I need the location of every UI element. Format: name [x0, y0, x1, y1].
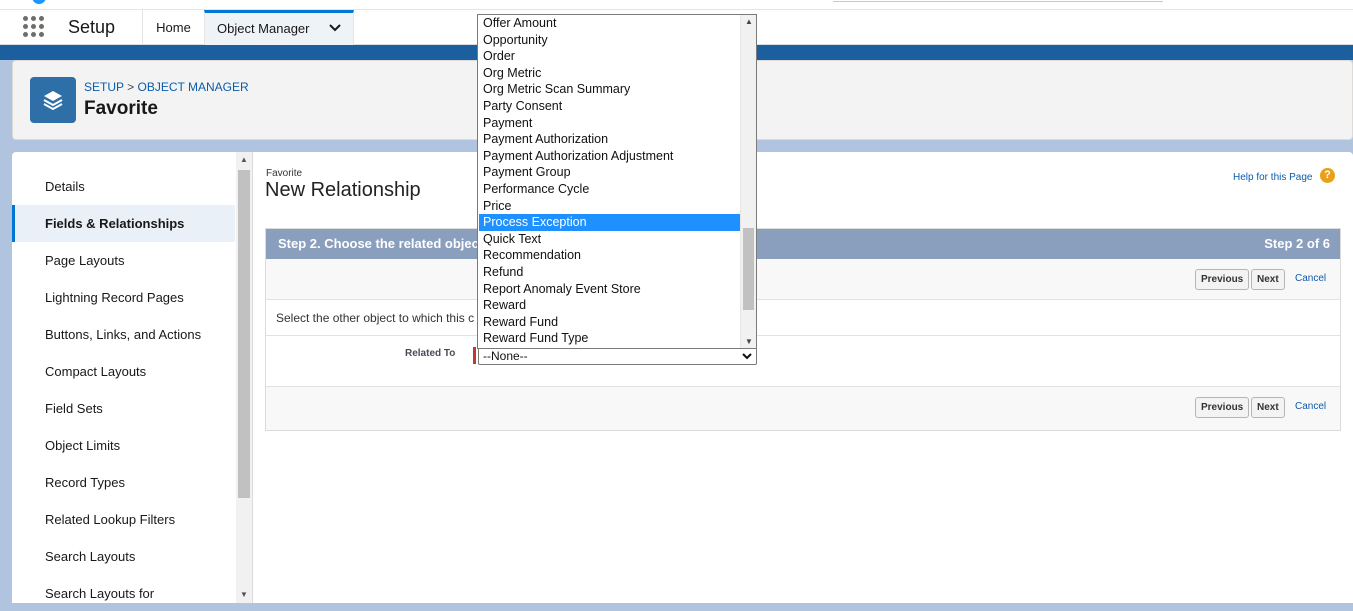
option-item[interactable]: Party Consent [479, 98, 740, 115]
scroll-down-icon[interactable]: ▼ [745, 337, 753, 346]
sidebar-item-search-layouts-for[interactable]: Search Layouts for [12, 575, 235, 603]
sidebar: Details Fields & Relationships Page Layo… [12, 152, 253, 603]
sidebar-item-page-layouts[interactable]: Page Layouts [12, 242, 235, 279]
option-item-highlighted[interactable]: Process Exception [479, 214, 740, 231]
sidebar-item-related-lookup-filters[interactable]: Related Lookup Filters [12, 501, 235, 538]
option-item[interactable]: Reward Fund Type [479, 330, 740, 347]
related-to-options-list[interactable]: Offer Amount Opportunity Order Org Metri… [477, 14, 757, 349]
option-item[interactable]: Refund [479, 264, 740, 281]
cancel-link[interactable]: Cancel [1295, 401, 1326, 412]
top-button-row: Previous Next Cancel [266, 260, 1340, 298]
option-item[interactable]: Price [479, 198, 740, 215]
sidebar-item-lightning-record-pages[interactable]: Lightning Record Pages [12, 279, 235, 316]
step-label: Step 2. Choose the related objec [278, 236, 479, 251]
options-scrollbar[interactable]: ▲ ▼ [740, 15, 756, 348]
option-item[interactable]: Report Anomaly Event Store [479, 281, 740, 298]
sidebar-scroll-thumb[interactable] [238, 170, 250, 498]
option-item[interactable]: Payment Group [479, 164, 740, 181]
option-item[interactable]: Performance Cycle [479, 181, 740, 198]
instruction-text: Select the other object to which this c [276, 311, 475, 325]
chevron-down-icon [742, 348, 752, 369]
breadcrumb: SETUP > OBJECT MANAGER [84, 80, 249, 94]
sidebar-scrollbar[interactable]: ▲ ▼ [236, 152, 252, 603]
next-button[interactable]: Next [1251, 269, 1285, 290]
previous-button[interactable]: Previous [1195, 397, 1250, 418]
content-title: New Relationship [265, 179, 421, 201]
scroll-up-icon[interactable]: ▲ [745, 17, 753, 26]
help-icon[interactable]: ? [1320, 168, 1335, 183]
wizard-step-box: Step 2. Choose the related objec Step 2 … [265, 228, 1341, 431]
option-item[interactable]: Opportunity [479, 32, 740, 49]
object-name-label: Favorite [266, 168, 303, 179]
required-indicator [473, 347, 476, 364]
option-item[interactable]: Order [479, 48, 740, 65]
option-item[interactable]: Offer Amount [479, 15, 740, 32]
app-name: Setup [68, 17, 116, 37]
option-item[interactable]: Payment [479, 115, 740, 132]
option-item[interactable]: Recommendation [479, 247, 740, 264]
previous-button[interactable]: Previous [1195, 269, 1250, 290]
tab-object-manager[interactable]: Object Manager [204, 10, 354, 46]
option-item[interactable]: Reward [479, 297, 740, 314]
sidebar-item-object-limits[interactable]: Object Limits [12, 427, 235, 464]
option-item[interactable]: Org Metric [479, 65, 740, 82]
step-count: Step 2 of 6 [1264, 236, 1330, 251]
tab-object-manager-label: Object Manager [217, 21, 310, 36]
sidebar-item-compact-layouts[interactable]: Compact Layouts [12, 353, 235, 390]
next-button[interactable]: Next [1251, 397, 1285, 418]
option-item[interactable]: Payment Authorization [479, 131, 740, 148]
scroll-down-icon[interactable]: ▼ [240, 590, 248, 599]
step-header: Step 2. Choose the related objec Step 2 … [266, 229, 1340, 259]
option-item[interactable]: Quick Text [479, 231, 740, 248]
related-to-value: --None-- [483, 349, 528, 363]
breadcrumb-setup[interactable]: SETUP [84, 80, 124, 94]
divider [266, 335, 1340, 336]
cancel-link[interactable]: Cancel [1295, 273, 1326, 284]
page-title: Favorite [84, 98, 158, 119]
options-scroll-thumb[interactable] [743, 228, 754, 310]
related-to-label: Related To [405, 348, 456, 359]
sidebar-item-details[interactable]: Details [12, 168, 235, 205]
sidebar-item-search-layouts[interactable]: Search Layouts [12, 538, 235, 575]
layers-icon [30, 77, 76, 123]
sidebar-item-field-sets[interactable]: Field Sets [12, 390, 235, 427]
breadcrumb-object-manager[interactable]: OBJECT MANAGER [138, 80, 249, 94]
breadcrumb-separator: > [127, 80, 135, 94]
option-item[interactable]: Org Metric Scan Summary [479, 81, 740, 98]
option-item[interactable]: Payment Authorization Adjustment [479, 148, 740, 165]
help-link[interactable]: Help for this Page [1233, 172, 1313, 183]
sidebar-item-record-types[interactable]: Record Types [12, 464, 235, 501]
divider [266, 386, 1340, 387]
global-search-edge[interactable] [833, 0, 1163, 2]
option-item[interactable]: Reward Fund [479, 314, 740, 331]
scroll-up-icon[interactable]: ▲ [240, 155, 248, 164]
brand-logo-edge [32, 0, 46, 4]
tab-home[interactable]: Home [142, 10, 204, 46]
related-to-select[interactable]: --None-- [478, 347, 757, 365]
sidebar-item-buttons-links-actions[interactable]: Buttons, Links, and Actions [12, 316, 235, 353]
bottom-button-row: Previous Next Cancel [266, 388, 1340, 426]
sidebar-item-fields-relationships[interactable]: Fields & Relationships [12, 205, 235, 242]
app-launcher-icon[interactable] [23, 16, 45, 38]
top-strip [0, 0, 1353, 9]
